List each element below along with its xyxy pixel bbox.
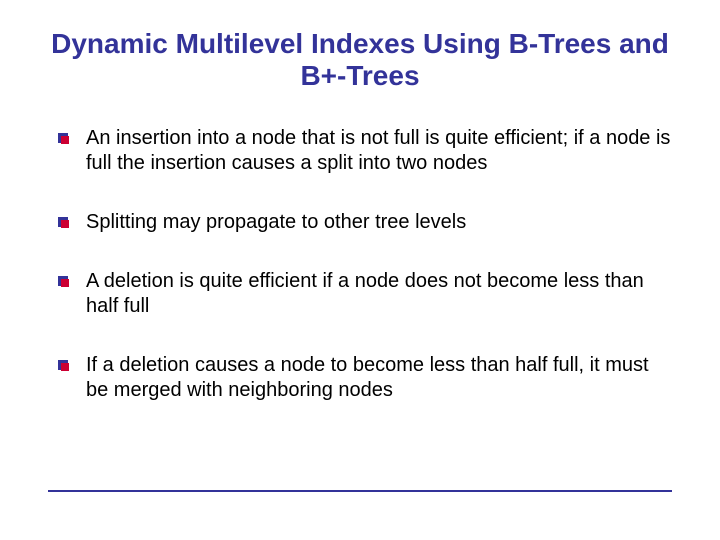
bullet-icon bbox=[58, 276, 68, 286]
list-item: Splitting may propagate to other tree le… bbox=[58, 210, 672, 235]
bullet-icon bbox=[58, 360, 68, 370]
slide: Dynamic Multilevel Indexes Using B-Trees… bbox=[0, 0, 720, 540]
bullet-text: Splitting may propagate to other tree le… bbox=[86, 211, 466, 233]
bullet-text: A deletion is quite efficient if a node … bbox=[86, 270, 644, 317]
bullet-icon bbox=[58, 217, 68, 227]
bullet-text: If a deletion causes a node to become le… bbox=[86, 354, 649, 401]
list-item: If a deletion causes a node to become le… bbox=[58, 353, 672, 403]
bullet-text: An insertion into a node that is not ful… bbox=[86, 127, 670, 174]
bullet-list: An insertion into a node that is not ful… bbox=[48, 126, 672, 403]
list-item: An insertion into a node that is not ful… bbox=[58, 126, 672, 176]
slide-title: Dynamic Multilevel Indexes Using B-Trees… bbox=[48, 28, 672, 92]
footer-divider bbox=[48, 490, 672, 492]
bullet-icon bbox=[58, 133, 68, 143]
list-item: A deletion is quite efficient if a node … bbox=[58, 269, 672, 319]
